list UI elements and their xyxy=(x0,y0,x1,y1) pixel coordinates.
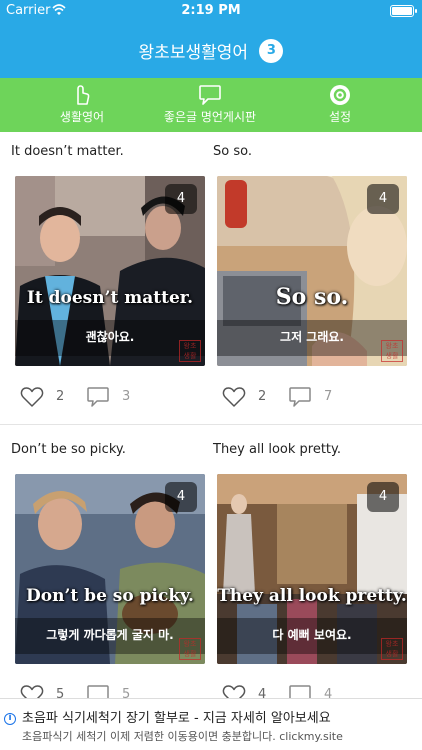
comment-icon[interactable] xyxy=(86,684,110,698)
logo-stamp: 왕초 생활 xyxy=(179,638,201,660)
like-count: 4 xyxy=(258,687,267,698)
comment-count: 5 xyxy=(122,687,131,698)
ad-info-icon[interactable]: i xyxy=(4,713,16,725)
speech-bubble-icon xyxy=(199,85,221,105)
tab-daily-english[interactable]: 생활영어 xyxy=(40,78,124,132)
caption-korean: 그저 그래요. xyxy=(280,330,344,344)
tab-settings-label: 설정 xyxy=(328,110,352,124)
tab-quotes-board-label: 좋은글 명언게시판 xyxy=(163,110,257,124)
card-title: So so. xyxy=(213,144,252,159)
count-badge: 4 xyxy=(165,482,197,512)
card-thumbnail[interactable]: So so. 그저 그래요. 4 왕초 생활 xyxy=(217,176,407,366)
card[interactable]: Don’t be so picky. Don’t be so picky. 그렇… xyxy=(0,430,210,698)
caption-korean-bar: 그저 그래요. xyxy=(217,320,407,356)
ad-banner[interactable]: i 초음파 식기세척기 장기 할부로 - 지금 자세히 알아보세요 초음파식기 … xyxy=(0,698,422,750)
like-count: 5 xyxy=(56,687,65,698)
count-badge: 4 xyxy=(165,184,197,214)
caption-korean: 그렇게 까다롭게 굴지 마. xyxy=(46,628,174,642)
heart-icon[interactable] xyxy=(222,386,246,408)
card-title: They all look pretty. xyxy=(213,442,341,457)
tab-settings[interactable]: 설정 xyxy=(310,78,370,132)
battery-icon xyxy=(390,5,417,17)
page-title-text: 왕초보생활영어 xyxy=(138,43,249,63)
heart-icon[interactable] xyxy=(222,684,246,698)
caption-english: So so. xyxy=(275,284,349,310)
caption-korean-bar: 그렇게 까다롭게 굴지 마. xyxy=(15,618,205,654)
card[interactable]: It doesn’t matter. It doesn’t matter. 괜찮… xyxy=(0,132,210,424)
caption-english: They all look pretty. xyxy=(217,586,407,606)
card[interactable]: So so. So so. 그저 그래요. 4 왕초 생활 2 7 xyxy=(202,132,412,424)
tab-daily-english-label: 생활영어 xyxy=(59,110,105,124)
comment-icon[interactable] xyxy=(288,684,312,698)
tab-bar: 생활영어 좋은글 명언게시판 설정 xyxy=(0,78,422,132)
logo-stamp: 왕초 생활 xyxy=(179,340,201,362)
count-badge: 4 xyxy=(367,184,399,214)
gear-icon xyxy=(330,85,350,105)
caption-english: Don’t be so picky. xyxy=(26,586,194,606)
row-divider xyxy=(0,424,422,425)
like-count: 2 xyxy=(258,389,267,404)
page-title: 왕초보생활영어 3 xyxy=(0,38,422,63)
caption-korean: 괜찮아요. xyxy=(85,330,135,344)
like-count: 2 xyxy=(56,389,65,404)
comment-count: 3 xyxy=(122,389,131,404)
comment-icon[interactable] xyxy=(86,386,110,408)
nav-bar: 왕초보생활영어 3 xyxy=(0,22,422,78)
caption-korean-bar: 다 예뻐 보여요. xyxy=(217,618,407,654)
logo-stamp: 왕초 생활 xyxy=(381,340,403,362)
card-thumbnail[interactable]: They all look pretty. 다 예뻐 보여요. 4 왕초 생활 xyxy=(217,474,407,664)
comment-count: 4 xyxy=(324,687,333,698)
hand-tap-icon xyxy=(77,85,90,105)
status-bar: Carrier 2:19 PM xyxy=(0,0,422,22)
ad-title: 초음파 식기세척기 장기 할부로 - 지금 자세히 알아보세요 xyxy=(22,711,331,726)
heart-icon[interactable] xyxy=(20,386,44,408)
heart-icon[interactable] xyxy=(20,684,44,698)
logo-stamp: 왕초 생활 xyxy=(381,638,403,660)
comment-icon[interactable] xyxy=(288,386,312,408)
card-thumbnail[interactable]: Don’t be so picky. 그렇게 까다롭게 굴지 마. 4 왕초 생활 xyxy=(15,474,205,664)
card-title: Don’t be so picky. xyxy=(11,442,126,457)
notification-badge[interactable]: 3 xyxy=(259,38,284,63)
caption-english: It doesn’t matter. xyxy=(26,288,194,308)
status-time: 2:19 PM xyxy=(181,3,241,18)
card[interactable]: They all look pretty. They all look pret… xyxy=(202,430,412,698)
ad-subtitle: 초음파식기 세척기 이제 저렴한 이동용이면 충분합니다. clickmy.si… xyxy=(22,730,343,743)
count-badge: 4 xyxy=(367,482,399,512)
comment-count: 7 xyxy=(324,389,333,404)
card-thumbnail[interactable]: It doesn’t matter. 괜찮아요. 4 왕초 생활 xyxy=(15,176,205,366)
caption-korean: 다 예뻐 보여요. xyxy=(272,628,352,642)
caption-korean-bar: 괜찮아요. xyxy=(15,320,205,356)
card-title: It doesn’t matter. xyxy=(11,144,124,159)
card-grid: It doesn’t matter. It doesn’t matter. 괜찮… xyxy=(0,132,422,698)
tab-quotes-board[interactable]: 좋은글 명언게시판 xyxy=(150,78,270,132)
